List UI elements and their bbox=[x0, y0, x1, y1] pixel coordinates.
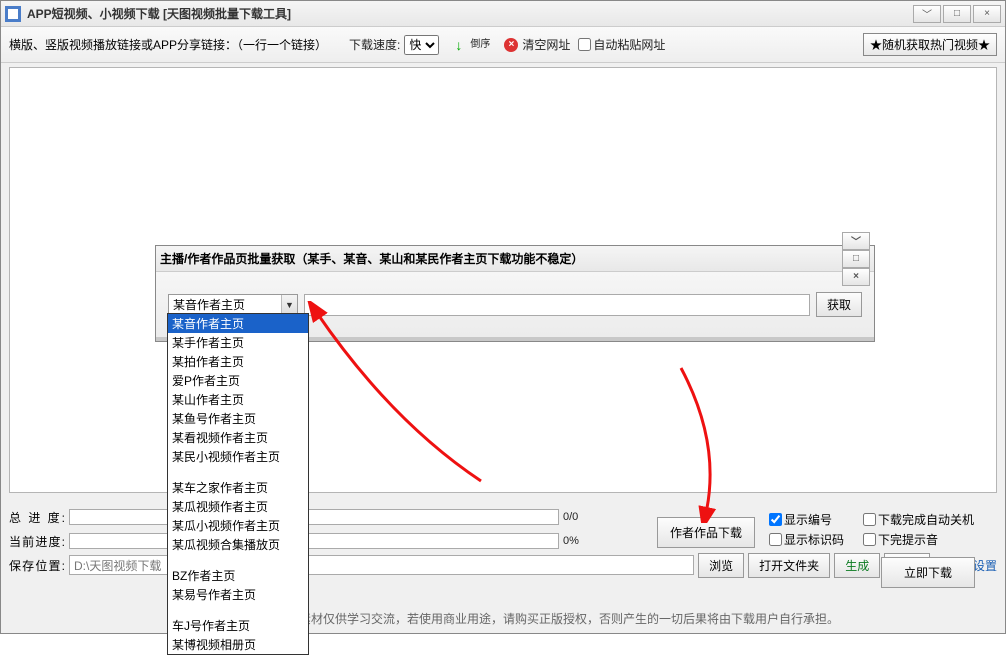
dialog-close-button[interactable]: × bbox=[842, 268, 870, 286]
author-url-input[interactable] bbox=[304, 294, 810, 316]
browse-button[interactable]: 浏览 bbox=[698, 553, 744, 578]
save-path-input[interactable] bbox=[69, 555, 694, 575]
total-progress-bar bbox=[69, 509, 559, 525]
app-icon bbox=[5, 6, 21, 22]
dropdown-option[interactable]: 爱P作者主页 bbox=[168, 371, 308, 390]
reverse-order-button[interactable]: 倒序 bbox=[470, 40, 490, 50]
source-dropdown-list[interactable]: 某音作者主页 某手作者主页 某拍作者主页 爱P作者主页 某山作者主页 某鱼号作者… bbox=[167, 313, 309, 655]
total-progress-label: 总 进 度: bbox=[9, 509, 65, 526]
disclaimer-text: 免责声明：下载的视频、素材仅供学习交流，若使用商业用途，请购买正版授权，否则产生… bbox=[1, 610, 1005, 627]
dropdown-option[interactable]: 某车之家作者主页 bbox=[168, 478, 308, 497]
clear-urls-button[interactable]: × 清空网址 bbox=[504, 36, 570, 53]
show-code-checkbox[interactable]: 显示标识码 bbox=[769, 529, 844, 549]
speed-select[interactable]: 快 bbox=[404, 35, 439, 55]
open-folder-button[interactable]: 打开文件夹 bbox=[748, 553, 830, 578]
dropdown-option[interactable]: 某音作者主页 bbox=[168, 314, 308, 333]
current-progress-label: 当前进度: bbox=[9, 533, 65, 550]
dropdown-option[interactable]: 某易号作者主页 bbox=[168, 585, 308, 604]
dropdown-option[interactable]: 某民小视频作者主页 bbox=[168, 447, 308, 466]
speed-label: 下载速度: bbox=[349, 36, 400, 53]
dropdown-option[interactable]: 某博视频相册页 bbox=[168, 635, 308, 654]
dialog-maximize-button[interactable]: □ bbox=[842, 250, 870, 268]
dropdown-option[interactable]: 某拍作者主页 bbox=[168, 352, 308, 371]
done-sound-checkbox[interactable]: 下完提示音 bbox=[863, 529, 974, 549]
generate-button[interactable]: 生成 bbox=[834, 553, 880, 578]
dropdown-option[interactable]: 某看视频作者主页 bbox=[168, 428, 308, 447]
dropdown-option[interactable]: 车J号作者主页 bbox=[168, 616, 308, 635]
close-icon: × bbox=[504, 38, 518, 52]
download-now-button[interactable]: 立即下载 bbox=[881, 557, 975, 588]
maximize-button[interactable]: □ bbox=[943, 5, 971, 23]
dropdown-option[interactable]: 某瓜视频合集播放页 bbox=[168, 535, 308, 554]
save-location-label: 保存位置: bbox=[9, 557, 65, 574]
fetch-button[interactable]: 获取 bbox=[816, 292, 862, 317]
chevron-down-icon: ▼ bbox=[281, 295, 297, 315]
show-number-checkbox[interactable]: 显示编号 bbox=[769, 509, 844, 529]
auto-paste-checkbox[interactable]: 自动粘贴网址 bbox=[578, 36, 665, 53]
dialog-minimize-button[interactable]: ﹀ bbox=[842, 232, 870, 250]
close-button[interactable]: × bbox=[973, 5, 1001, 23]
dialog-title: 主播/作者作品页批量获取（某手、某音、某山和某民作者主页下载功能不稳定） bbox=[160, 250, 583, 267]
author-download-button[interactable]: 作者作品下载 bbox=[657, 517, 755, 548]
dropdown-option[interactable]: 某瓜小视频作者主页 bbox=[168, 516, 308, 535]
auto-shutdown-checkbox[interactable]: 下载完成自动关机 bbox=[863, 509, 974, 529]
toolbar-instruction: 横版、竖版视频播放链接或APP分享链接：（一行一个链接） bbox=[9, 36, 327, 53]
dropdown-option[interactable]: 某手作者主页 bbox=[168, 333, 308, 352]
download-arrow-icon: ↓ bbox=[455, 37, 462, 53]
current-progress-bar bbox=[69, 533, 559, 549]
current-progress-value: 0% bbox=[563, 535, 611, 547]
total-progress-value: 0/0 bbox=[563, 511, 611, 523]
dropdown-option[interactable]: BZ作者主页 bbox=[168, 566, 308, 585]
dropdown-option[interactable]: 某鱼号作者主页 bbox=[168, 409, 308, 428]
window-title: APP短视频、小视频下载 [天图视频批量下载工具] bbox=[27, 5, 291, 22]
dropdown-option[interactable]: 某瓜视频作者主页 bbox=[168, 497, 308, 516]
dropdown-option[interactable]: 某山作者主页 bbox=[168, 390, 308, 409]
random-hot-button[interactable]: ★随机获取热门视频★ bbox=[863, 33, 997, 56]
minimize-button[interactable]: ﹀ bbox=[913, 5, 941, 23]
